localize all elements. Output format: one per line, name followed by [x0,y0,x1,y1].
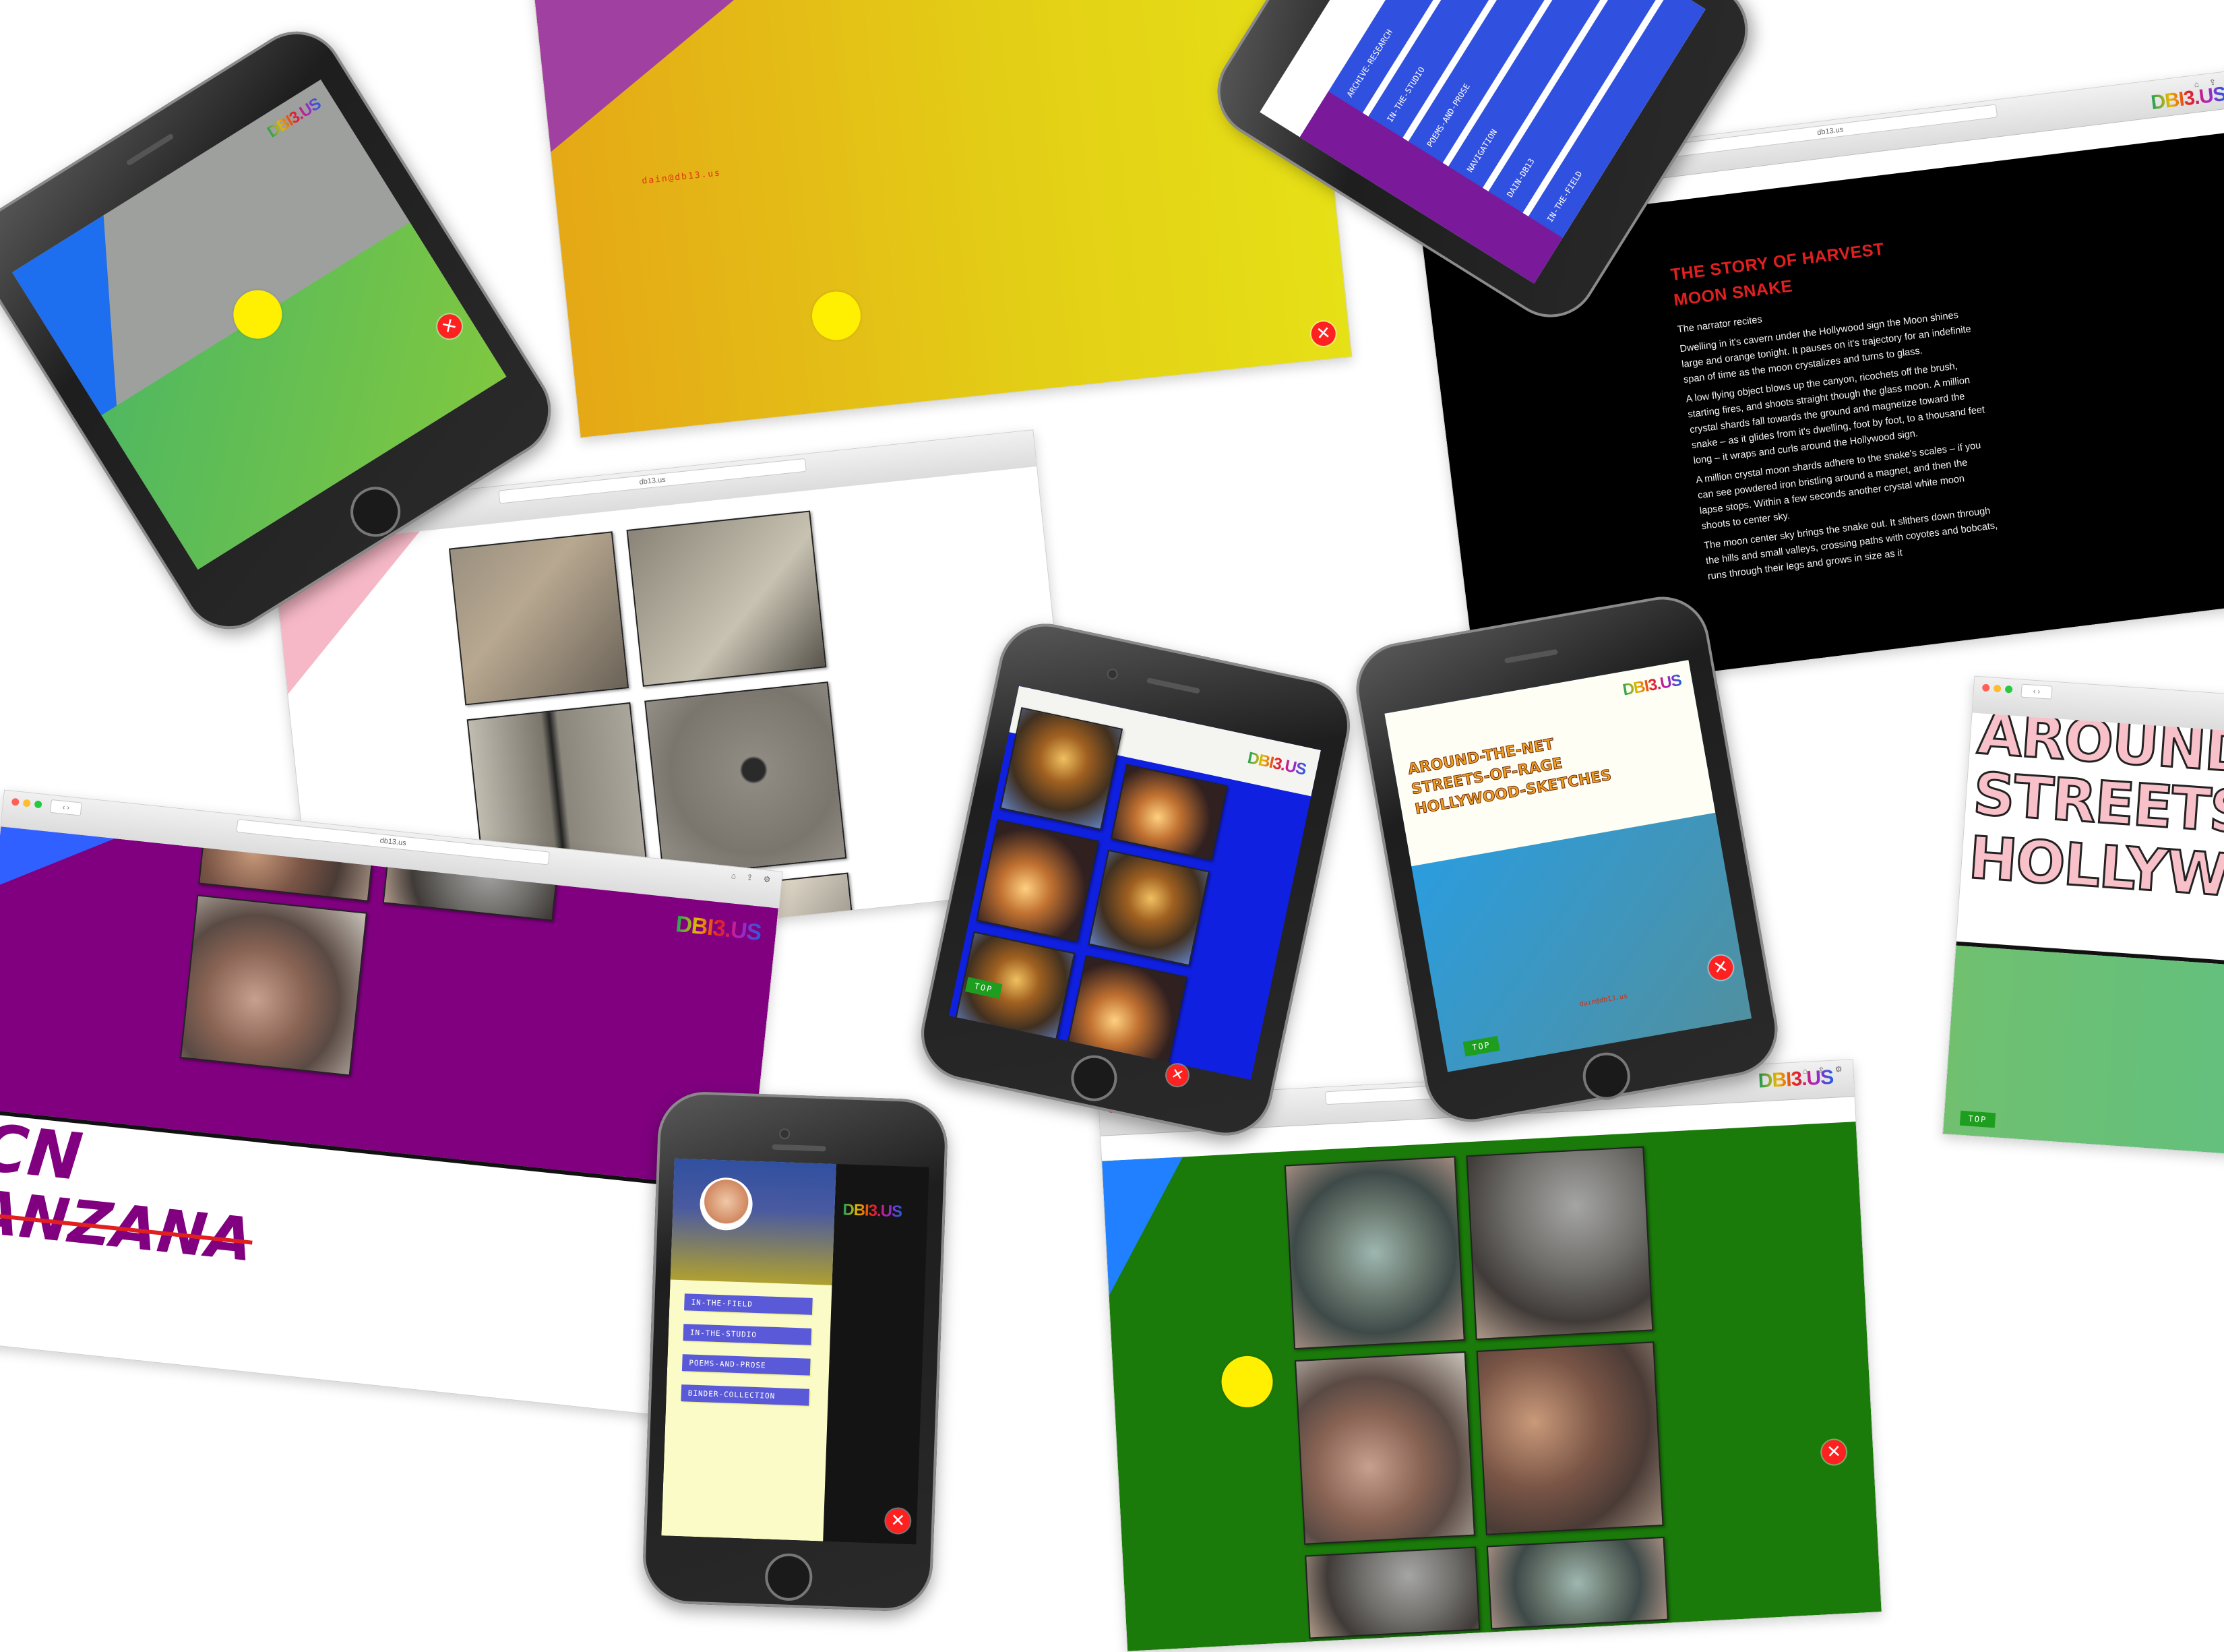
gallery-photo[interactable] [1466,1146,1654,1341]
gallery-photo[interactable] [999,707,1123,830]
phone-speaker [1504,648,1558,664]
front-camera [778,1128,791,1140]
nav-back-forward-buttons[interactable]: ‹ › [49,799,82,816]
home-button[interactable] [1067,1051,1121,1105]
contact-email-link[interactable]: dain@db13.us [1579,993,1628,1008]
close-button[interactable]: ✕ [1165,1062,1190,1089]
gallery-photo[interactable] [1284,1156,1465,1350]
blue-corner-triangle [0,826,115,899]
gallery-photo[interactable] [448,531,629,706]
phone-speaker [1146,677,1200,694]
gallery-photo[interactable] [1294,1351,1475,1545]
sun-circle[interactable] [1220,1354,1274,1409]
close-button[interactable]: ✕ [885,1508,910,1534]
gallery-photo[interactable] [1088,849,1210,967]
phone-speaker [772,1144,826,1152]
gallery-photo[interactable] [1065,955,1187,1072]
gallery-photo[interactable] [1476,1341,1664,1535]
gallery-photo[interactable] [976,819,1099,943]
gallery-photo[interactable] [644,681,847,878]
page-viewport: ✕ [1102,1122,1882,1651]
page-viewport: AROUND STREETS- HOLLYWO TOP [1942,712,2224,1159]
front-camera [1106,667,1119,681]
sun-circle[interactable] [809,288,863,343]
gallery-photo[interactable] [626,510,827,687]
minimize-window-icon[interactable] [22,799,31,807]
zoom-window-icon[interactable] [34,800,42,809]
phone-screen: DBI3.US IN-THE-FIELD IN-THE-STUDIO POEMS… [661,1158,929,1545]
phone-screen: DBI3.US TOP [948,685,1321,1080]
gallery-photo[interactable] [1110,764,1229,861]
browser-window-streets: ‹ › AROUND STREETS- HOLLYWO TOP [1942,675,2224,1159]
address-bar[interactable]: db13.us [1663,104,1998,158]
purple-corner-triangle [534,0,793,152]
phone-frame: DBI3.US IN-THE-FIELD IN-THE-STUDIO POEMS… [641,1090,950,1613]
close-button[interactable]: ✕ [1706,953,1735,982]
nav-back-forward-buttons[interactable]: ‹ › [2020,683,2053,700]
close-window-icon[interactable] [1981,683,1990,692]
gallery-photo[interactable] [1486,1536,1669,1630]
top-button[interactable]: TOP [1462,1035,1500,1057]
close-button[interactable]: ✕ [1821,1439,1847,1465]
close-button[interactable]: ✕ [1309,320,1337,347]
minimize-window-icon[interactable] [1993,684,2002,693]
home-button[interactable] [764,1552,813,1602]
close-window-icon[interactable] [11,797,20,806]
purple-headline-line2: ANZANA [0,1176,257,1275]
phone-screen: DBI3.US ✕ [11,79,507,570]
blue-corner-triangle [1102,1157,1190,1296]
site-logo[interactable]: DBI3.US [264,94,324,142]
phone-speaker [125,133,175,166]
zoom-window-icon[interactable] [2004,685,2013,694]
site-logo[interactable]: DBI3.US [842,1200,902,1221]
gallery-photo[interactable] [179,894,368,1076]
sidebar-header-image [670,1158,836,1285]
toolbar-icons[interactable]: ⌂ ⇪ ⚙ [731,871,775,885]
site-logo[interactable]: DBI3.US [1758,1066,1834,1093]
story-body: The narrator recites Dwelling in it's ca… [1677,286,2004,589]
top-button[interactable]: TOP [1959,1110,1996,1128]
home-button[interactable] [1579,1049,1634,1104]
phone-screen: DBI3.US AROUND-THE-NET STREETS-OF-RAGE H… [1384,660,1752,1072]
browser-window-green: ‹ › db13.us ⌂ ⇪ ⚙ DBI3.US ✕ [1098,1059,1882,1652]
gallery-photo[interactable] [1305,1546,1481,1639]
contact-email-link[interactable]: dain@db13.us [642,168,722,186]
